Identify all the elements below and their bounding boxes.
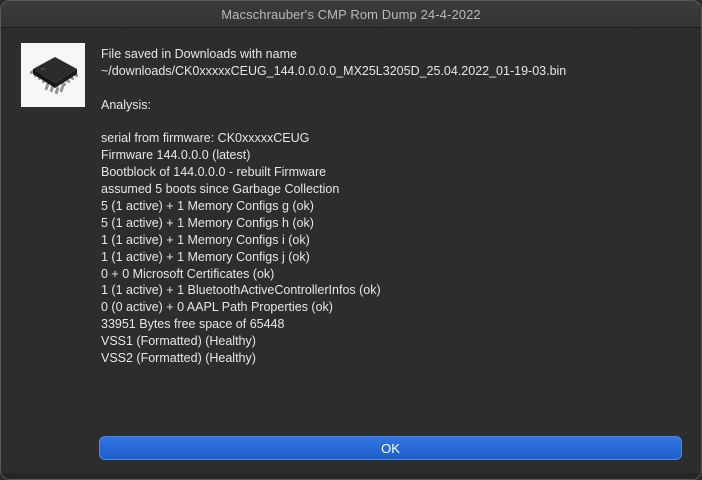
analysis-line: VSS1 (Formatted) (Healthy): [101, 334, 256, 349]
analysis-line: Bootblock of 144.0.0.0 - rebuilt Firmwar…: [101, 165, 327, 180]
saved-line: File saved in Downloads with name: [101, 47, 297, 61]
analysis-line: Firmware 144.0.0.0 (latest): [101, 148, 251, 163]
analysis-line: 5 (1 active) + 1 Memory Configs g (ok): [101, 199, 314, 214]
analysis-line: 1 (1 active) + 1 Memory Configs j (ok): [101, 249, 310, 264]
analysis-line: assumed 5 boots since Garbage Collection: [101, 182, 340, 197]
analysis-line: VSS2 (Formatted) (Healthy): [101, 351, 256, 366]
dialog-content: File saved in Downloads with name ~/down…: [1, 28, 701, 479]
analysis-line: 33951 Bytes free space of 65448: [101, 317, 285, 332]
saved-filename: ~/downloads/CK0xxxxxCEUG_144.0.0.0.0_MX2…: [101, 63, 567, 78]
dialog-window: Macschrauber's CMP Rom Dump 24-4-2022 Fi…: [0, 0, 702, 480]
analysis-line: 5 (1 active) + 1 Memory Configs h (ok): [101, 215, 314, 230]
analysis-line: serial from firmware: CK0xxxxxCEUG: [101, 131, 310, 146]
window-title: Macschrauber's CMP Rom Dump 24-4-2022: [221, 6, 481, 22]
analysis-line: 1 (1 active) + 1 Memory Configs i (ok): [101, 232, 310, 247]
analysis-line: 1 (1 active) + 1 BluetoothActiveControll…: [101, 283, 381, 298]
chip-icon-graphic: [29, 57, 79, 95]
ok-button[interactable]: OK: [99, 436, 682, 460]
analysis-line: 0 + 0 Microsoft Certificates (ok): [101, 266, 275, 281]
message-text: File saved in Downloads with name ~/down…: [101, 46, 691, 367]
analysis-line: 0 (0 active) + 0 AAPL Path Properties (o…: [101, 300, 333, 315]
analysis-header: Analysis:: [101, 97, 152, 112]
window-bottom-edge: [1, 473, 701, 479]
title-bar[interactable]: Macschrauber's CMP Rom Dump 24-4-2022: [1, 1, 701, 28]
chip-icon: [21, 43, 85, 107]
